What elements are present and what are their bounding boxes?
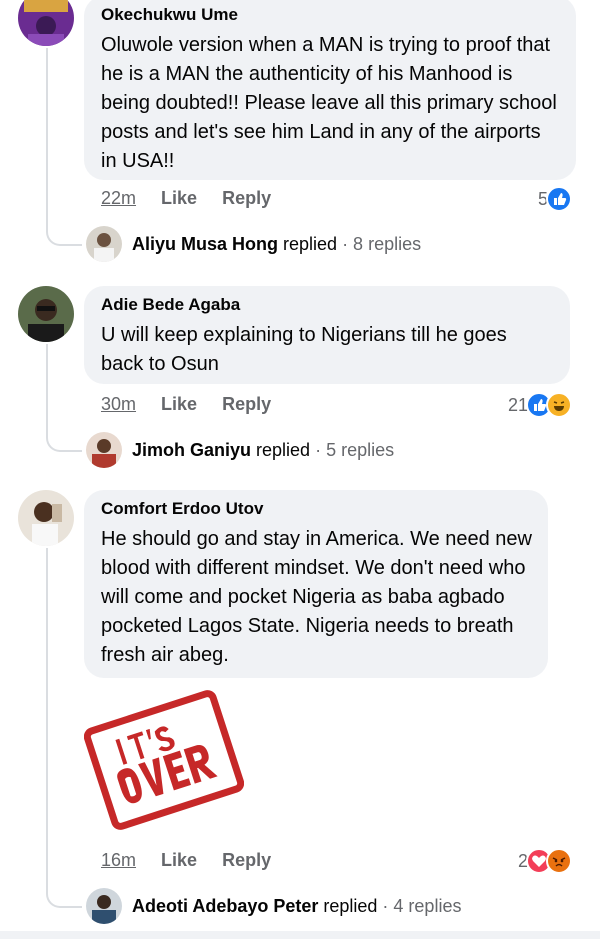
comment-author[interactable]: Adie Bede Agaba (101, 294, 554, 316)
comment-timestamp[interactable]: 22m (101, 188, 136, 208)
replied-label: replied (256, 439, 311, 460)
bottom-divider (0, 931, 600, 939)
reaction-summary[interactable]: 21 (508, 392, 573, 418)
reply-count: · 5 replies (315, 439, 395, 460)
comment-author[interactable]: Comfort Erdoo Utov (101, 498, 532, 520)
avatar[interactable] (18, 0, 74, 46)
comment-text: He should go and stay in America. We nee… (101, 528, 532, 666)
avatar (86, 888, 122, 924)
stamp-image (83, 690, 245, 830)
reply-author: Aliyu Musa Hong (132, 233, 279, 254)
view-replies-link[interactable]: Jimoh Ganiyu replied · 5 replies (86, 432, 394, 468)
haha-icon (546, 392, 573, 418)
angry-icon (546, 848, 573, 874)
comment-author[interactable]: Okechukwu Ume (101, 4, 560, 26)
avatar (86, 226, 122, 262)
reaction-summary[interactable]: 5 (538, 186, 573, 212)
thread-line (46, 48, 48, 218)
like-button[interactable]: Like (161, 188, 197, 208)
reply-button[interactable]: Reply (222, 850, 271, 870)
comment-actions: 22m Like Reply (101, 188, 291, 209)
its-over-sticker[interactable] (83, 690, 245, 830)
avatar[interactable] (18, 286, 74, 342)
reply-button[interactable]: Reply (222, 188, 271, 208)
comment-text: U will keep explaining to Nigerians till… (101, 324, 507, 375)
like-button[interactable]: Like (161, 850, 197, 870)
comment-bubble: Okechukwu Ume Oluwole version when a MAN… (84, 0, 576, 180)
reply-author: Jimoh Ganiyu (132, 439, 252, 460)
comment-bubble: Adie Bede Agaba U will keep explaining t… (84, 286, 570, 384)
avatar[interactable] (18, 490, 74, 546)
thread-connector (46, 344, 82, 452)
replied-label: replied (323, 895, 378, 916)
reply-count: · 4 replies (382, 895, 462, 916)
comment-bubble: Comfort Erdoo Utov He should go and stay… (84, 490, 548, 678)
comment-actions: 16m Like Reply (101, 850, 291, 871)
comment-timestamp[interactable]: 30m (101, 394, 136, 414)
replied-label: replied (283, 233, 338, 254)
comment-timestamp[interactable]: 16m (101, 850, 136, 870)
comment-actions: 30m Like Reply (101, 394, 291, 415)
avatar (86, 432, 122, 468)
reply-button[interactable]: Reply (222, 394, 271, 414)
reaction-summary[interactable]: 2 (518, 848, 573, 874)
view-replies-link[interactable]: Aliyu Musa Hong replied · 8 replies (86, 226, 421, 262)
reply-author: Adeoti Adebayo Peter (132, 895, 319, 916)
like-button[interactable]: Like (161, 394, 197, 414)
reply-count: · 8 replies (342, 233, 422, 254)
view-replies-link[interactable]: Adeoti Adebayo Peter replied · 4 replies (86, 888, 461, 924)
like-icon (546, 186, 573, 212)
reaction-count: 21 (508, 394, 529, 415)
comment-text: Oluwole version when a MAN is trying to … (101, 34, 557, 172)
thread-connector (46, 200, 82, 246)
thread-connector (46, 548, 82, 908)
